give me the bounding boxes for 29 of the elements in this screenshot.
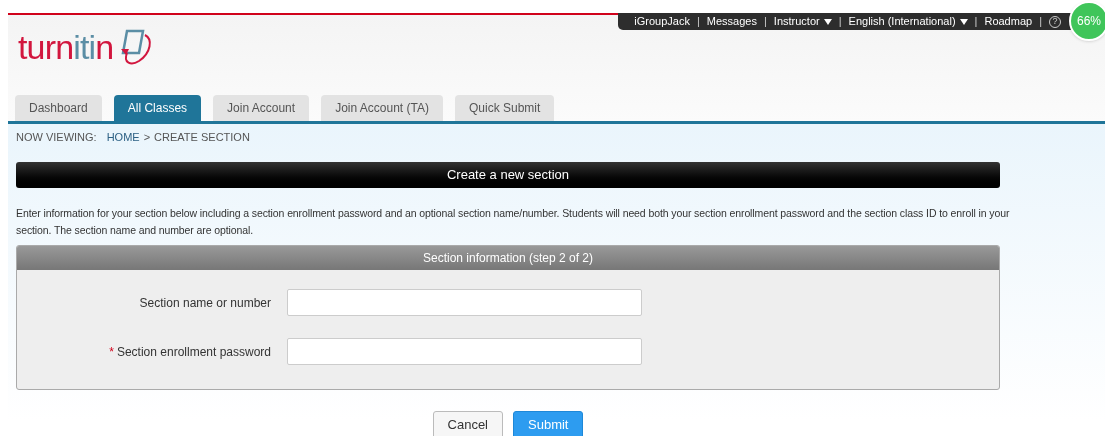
top-nav-link[interactable]: iGroupJack xyxy=(634,13,690,30)
nav-tab[interactable]: All Classes xyxy=(113,95,202,121)
nav-tab[interactable]: Dashboard xyxy=(15,95,102,121)
nav-tab[interactable]: Join Account xyxy=(213,95,310,121)
input-field[interactable] xyxy=(287,338,642,365)
nav-separator: | xyxy=(974,14,978,30)
nav-separator: | xyxy=(697,14,700,30)
required-marker: * xyxy=(109,343,114,361)
nav-separator: | xyxy=(764,14,767,30)
cancel-button[interactable]: Cancel xyxy=(432,411,503,436)
panel-header: Section information (step 2 of 2) xyxy=(17,246,999,270)
nav-separator: | xyxy=(838,14,842,30)
logo-wordmark: turnitin xyxy=(18,30,114,64)
breadcrumb-label: NOW VIEWING: xyxy=(16,129,97,145)
nav-tab[interactable]: Quick Submit xyxy=(454,95,555,121)
top-nav-link[interactable]: Instructor xyxy=(773,13,832,30)
top-nav-link[interactable]: Roadmap xyxy=(984,13,1033,30)
breadcrumb-current: CREATE SECTION xyxy=(154,129,250,145)
breadcrumb-separator: > xyxy=(143,129,151,145)
page-title-bar: Create a new section xyxy=(16,162,1000,188)
description-text: Enter information for your section below including a section enrollment password and an optional section name/number. Students will need both your section enrollment password and the section class ID to enroll in your section. The section name and number are optional. xyxy=(16,206,1011,238)
nav-separator: | xyxy=(1039,14,1042,30)
field-label: Section enrollment password xyxy=(116,343,271,361)
top-nav-link[interactable]: Messages xyxy=(706,13,757,30)
field-label: Section name or number xyxy=(139,294,271,312)
nav-tab[interactable]: Join Account (TA) xyxy=(321,95,443,121)
input-field[interactable] xyxy=(287,289,642,316)
top-nav-link[interactable]: English (International) xyxy=(848,13,968,30)
breadcrumb-link[interactable]: HOME xyxy=(106,128,140,146)
